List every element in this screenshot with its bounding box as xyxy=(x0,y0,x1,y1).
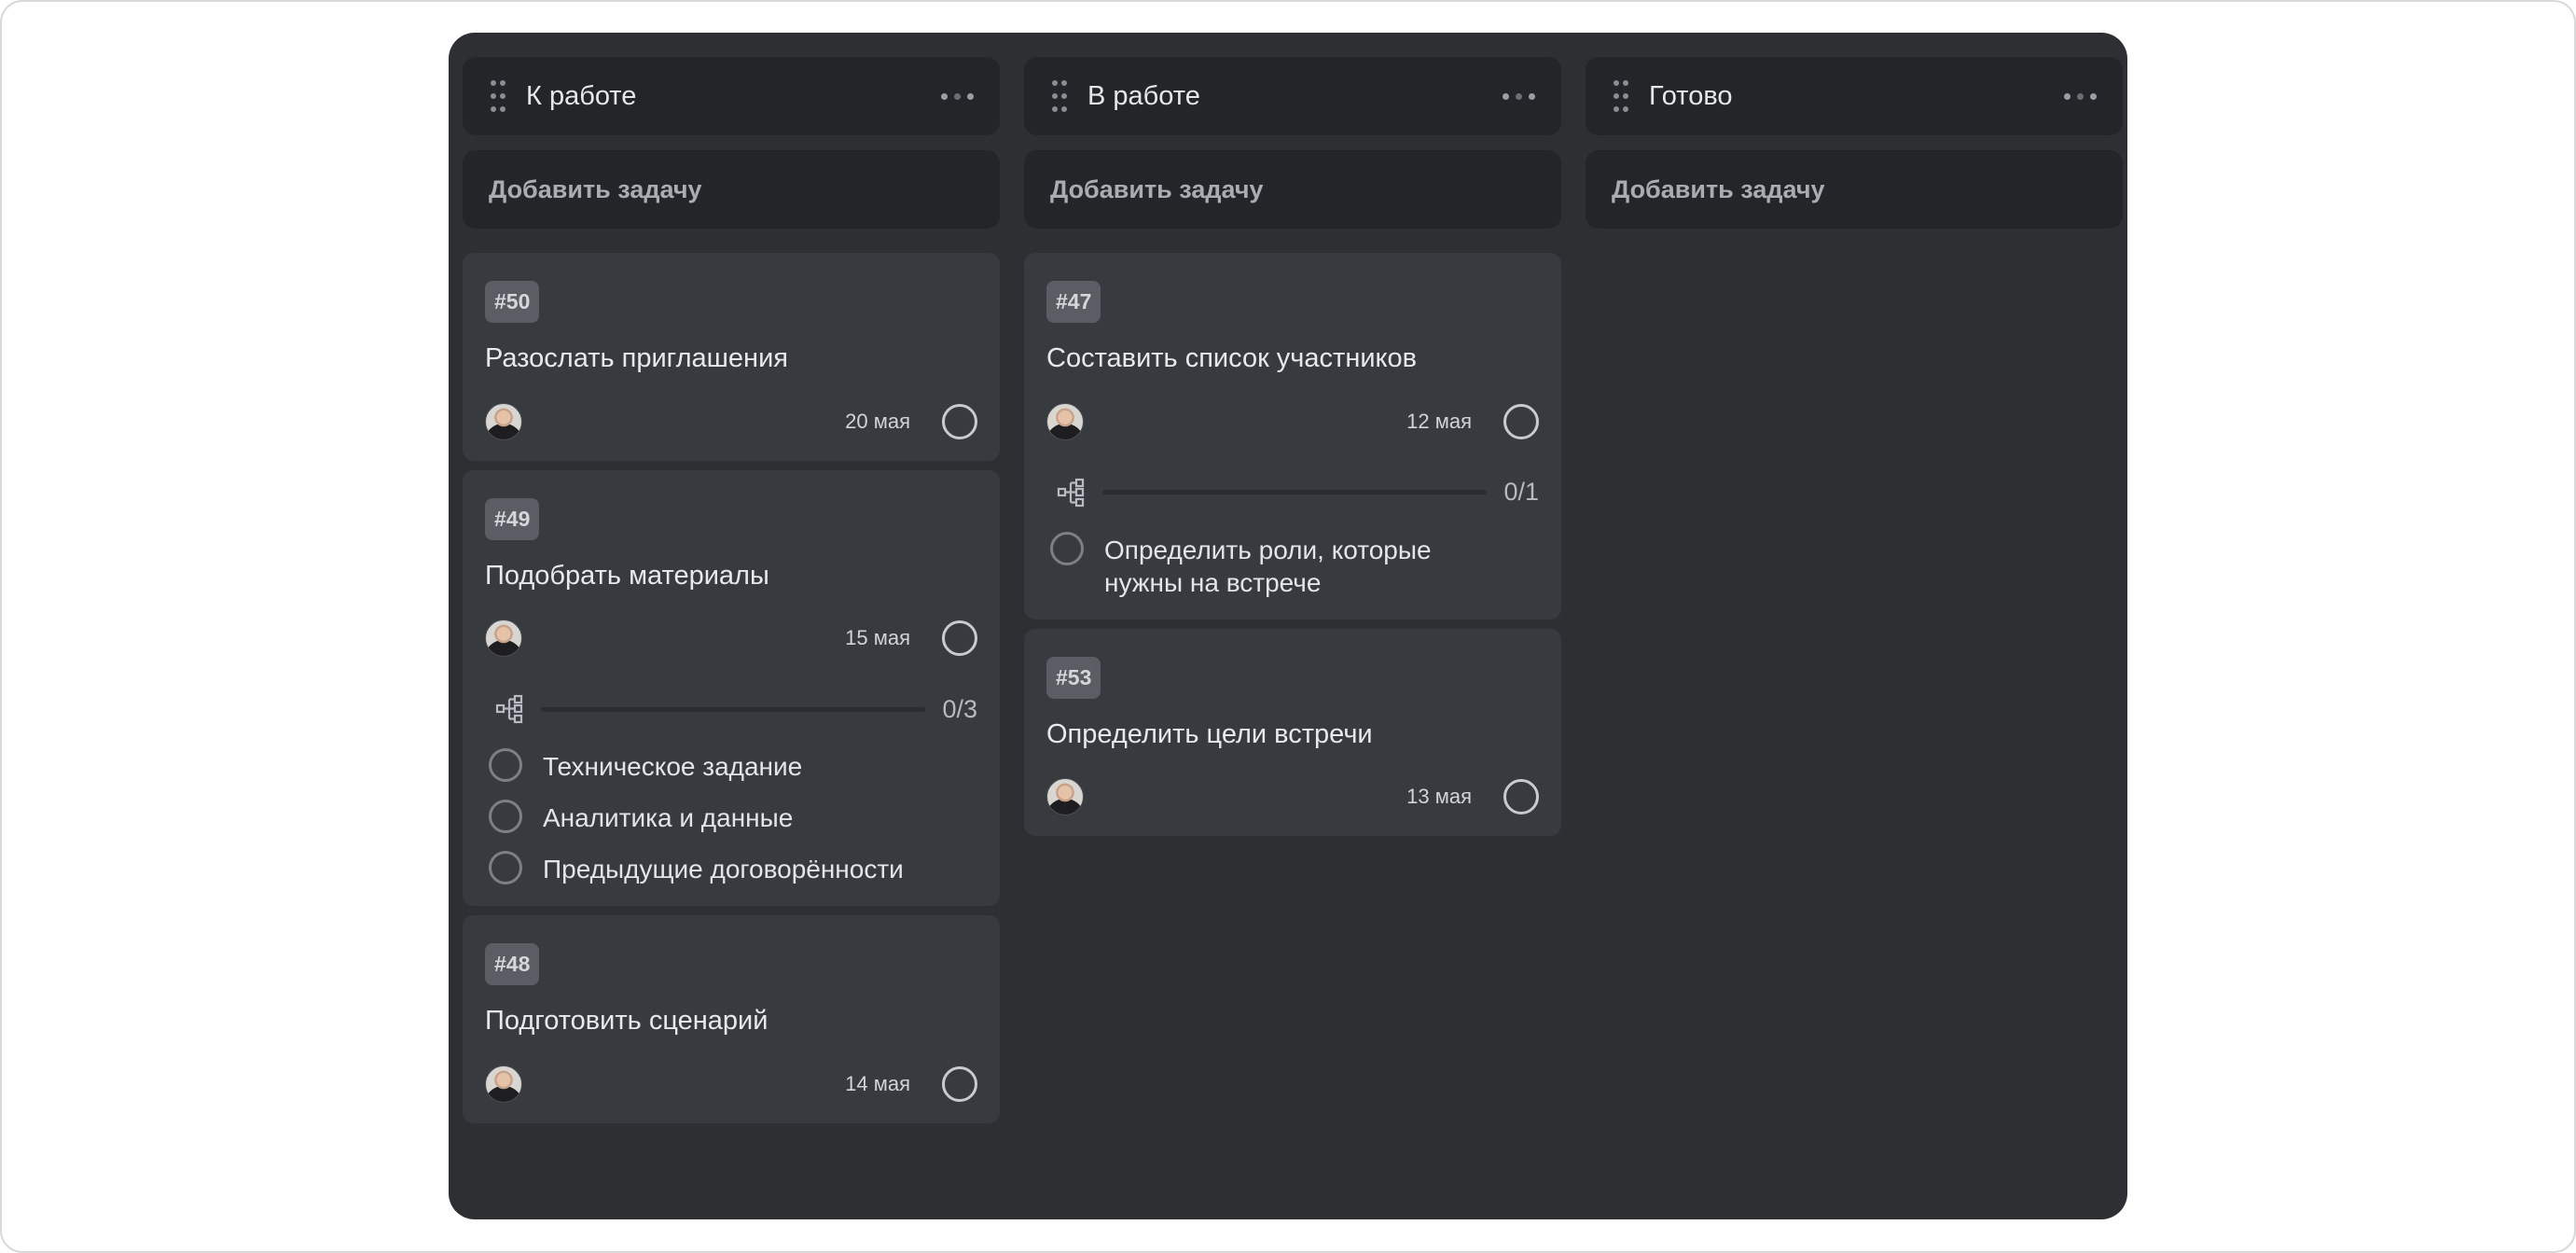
task-card[interactable]: #47 Составить список участников 12 мая 0… xyxy=(1024,253,1561,620)
subtask-checkbox[interactable] xyxy=(489,851,522,885)
subtask-list: Определить роли, которые нужны на встреч… xyxy=(1046,531,1539,599)
more-dots-icon[interactable] xyxy=(935,84,979,109)
task-title[interactable]: Составить список участников xyxy=(1046,341,1539,377)
subtask-label[interactable]: Аналитика и данные xyxy=(543,800,793,834)
drag-handle-icon[interactable] xyxy=(1052,80,1067,112)
due-date[interactable]: 14 мая xyxy=(845,1072,910,1096)
task-meta: 14 мая xyxy=(485,1065,977,1104)
column-in-progress: В работе Добавить задачу #47 Составить с… xyxy=(1024,57,1561,837)
subtasks-progress[interactable]: 0/3 xyxy=(485,690,977,728)
status-circle-icon[interactable] xyxy=(942,620,977,657)
column-title: В работе xyxy=(1087,80,1200,111)
column-title: К работе xyxy=(526,80,637,111)
task-id-badge: #47 xyxy=(1046,281,1101,323)
subtask-item[interactable]: Определить роли, которые нужны на встреч… xyxy=(1046,531,1539,599)
subtask-label[interactable]: Предыдущие договорённости xyxy=(543,851,904,885)
column-header[interactable]: К работе xyxy=(463,57,1000,135)
status-circle-icon[interactable] xyxy=(942,403,977,439)
card-list: #47 Составить список участников 12 мая 0… xyxy=(1024,253,1561,837)
column-header[interactable]: В работе xyxy=(1024,57,1561,135)
task-meta: 15 мая xyxy=(485,620,977,658)
avatar[interactable] xyxy=(485,402,522,440)
status-circle-icon[interactable] xyxy=(942,1066,977,1103)
subtask-list: Техническое задание Аналитика и данные П… xyxy=(485,748,977,885)
task-title[interactable]: Подобрать материалы xyxy=(485,559,977,594)
column-header[interactable]: Готово xyxy=(1586,57,2123,135)
subtask-count: 0/3 xyxy=(942,694,977,723)
subtask-checkbox[interactable] xyxy=(489,800,522,834)
status-circle-icon[interactable] xyxy=(1503,403,1539,439)
drag-handle-icon[interactable] xyxy=(491,80,506,112)
avatar[interactable] xyxy=(485,1065,522,1104)
task-title[interactable]: Подготовить сценарий xyxy=(485,1004,977,1039)
progress-track xyxy=(541,706,926,712)
subtask-label[interactable]: Определить роли, которые нужны на встреч… xyxy=(1104,532,1496,599)
more-dots-icon[interactable] xyxy=(1497,84,1541,109)
due-date[interactable]: 12 мая xyxy=(1406,410,1472,434)
drag-handle-icon[interactable] xyxy=(1613,80,1628,112)
subtask-count: 0/1 xyxy=(1503,478,1539,507)
more-dots-icon[interactable] xyxy=(2058,84,2102,109)
task-card[interactable]: #48 Подготовить сценарий 14 мая xyxy=(463,915,1000,1124)
subtask-item[interactable]: Аналитика и данные xyxy=(485,800,977,834)
task-title[interactable]: Определить цели встречи xyxy=(1046,717,1539,753)
column-done: Готово Добавить задачу xyxy=(1586,57,2123,229)
task-id-badge: #50 xyxy=(485,281,540,323)
column-title: Готово xyxy=(1649,80,1733,111)
avatar[interactable] xyxy=(1046,402,1084,440)
task-id-badge: #49 xyxy=(485,497,540,540)
task-card[interactable]: #50 Разослать приглашения 20 мая xyxy=(463,253,1000,461)
add-task-button[interactable]: Добавить задачу xyxy=(1586,150,2123,229)
task-id-badge: #48 xyxy=(485,943,540,986)
task-meta: 12 мая xyxy=(1046,402,1539,440)
avatar[interactable] xyxy=(485,620,522,658)
kanban-board: К работе Добавить задачу #50 Разослать п… xyxy=(449,33,2127,1219)
subtasks-tree-icon xyxy=(495,695,523,724)
subtask-checkbox[interactable] xyxy=(1050,531,1084,565)
subtask-checkbox[interactable] xyxy=(489,748,522,783)
due-date[interactable]: 20 мая xyxy=(845,410,910,434)
avatar[interactable] xyxy=(1046,778,1084,816)
task-meta: 13 мая xyxy=(1046,778,1539,816)
subtasks-tree-icon xyxy=(1057,478,1085,507)
task-card[interactable]: #49 Подобрать материалы 15 мая 0/3 Техни… xyxy=(463,469,1000,907)
subtasks-progress[interactable]: 0/1 xyxy=(1046,474,1539,511)
card-list: #50 Разослать приглашения 20 мая #49 Под… xyxy=(463,253,1000,1124)
add-task-button[interactable]: Добавить задачу xyxy=(1024,150,1561,229)
due-date[interactable]: 13 мая xyxy=(1406,785,1472,809)
progress-track xyxy=(1102,490,1488,495)
task-title[interactable]: Разослать приглашения xyxy=(485,341,977,377)
add-task-button[interactable]: Добавить задачу xyxy=(463,150,1000,229)
subtask-label[interactable]: Техническое задание xyxy=(543,748,802,783)
subtask-item[interactable]: Техническое задание xyxy=(485,748,977,783)
column-todo: К работе Добавить задачу #50 Разослать п… xyxy=(463,57,1000,1124)
subtask-item[interactable]: Предыдущие договорённости xyxy=(485,851,977,885)
task-id-badge: #53 xyxy=(1046,656,1101,699)
status-circle-icon[interactable] xyxy=(1503,779,1539,815)
task-card[interactable]: #53 Определить цели встречи 13 мая xyxy=(1024,628,1561,837)
due-date[interactable]: 15 мая xyxy=(845,626,910,650)
task-meta: 20 мая xyxy=(485,402,977,440)
